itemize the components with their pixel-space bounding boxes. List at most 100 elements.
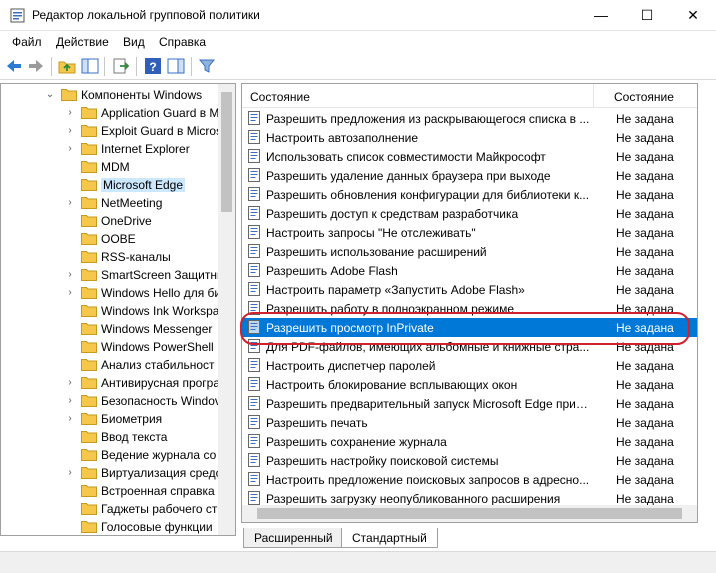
list-row[interactable]: Разрешить печать Не задана (242, 413, 697, 432)
list-row[interactable]: Для PDF-файлов, имеющих альбомные и книж… (242, 337, 697, 356)
list-row[interactable]: Разрешить настройку поисковой системы Не … (242, 451, 697, 470)
chevron-right-icon[interactable]: › (65, 413, 75, 424)
tree-item[interactable]: › Exploit Guard в Micros (1, 122, 222, 140)
setting-name: Для PDF-файлов, имеющих альбомные и книж… (266, 340, 590, 354)
tree-scroll-thumb[interactable] (221, 92, 232, 212)
tree-item[interactable]: Гаджеты рабочего ст (1, 500, 221, 518)
tree-item-label: MDM (101, 160, 130, 174)
list-row[interactable]: Настроить параметр «Запустить Adobe Flas… (242, 280, 697, 299)
tree-item[interactable]: › Безопасность Windov (1, 392, 221, 410)
tree-item[interactable]: Голосовые функции (1, 518, 221, 535)
tree-item[interactable]: › Антивирусная програ (1, 374, 221, 392)
forward-icon[interactable] (27, 57, 45, 75)
list-row[interactable]: Разрешить Adobe Flash Не задана (242, 261, 697, 280)
tree-item[interactable]: › Биометрия (1, 410, 221, 428)
tree-item[interactable]: Анализ стабильност (1, 356, 221, 374)
chevron-right-icon[interactable]: › (65, 143, 75, 154)
list-row[interactable]: Разрешить использование расширений Не зад… (242, 242, 697, 261)
tree-item[interactable]: ⌄ Компоненты Windows (1, 86, 221, 104)
list-row[interactable]: Разрешить сохранение журнала Не задана (242, 432, 697, 451)
list-row[interactable]: Разрешить обновления конфигурации для би… (242, 185, 697, 204)
menu-action[interactable]: Действие (56, 35, 109, 49)
tree-item[interactable]: › SmartScreen Защитни (1, 266, 223, 284)
tree-item[interactable]: OOBE (1, 230, 221, 248)
chevron-down-icon[interactable]: ⌄ (45, 89, 55, 100)
setting-name: Настроить параметр «Запустить Adobe Flas… (266, 283, 525, 297)
chevron-right-icon[interactable]: › (65, 125, 75, 136)
tab-standard[interactable]: Стандартный (341, 528, 438, 548)
chevron-right-icon[interactable]: › (65, 377, 75, 388)
tree-item[interactable]: › Application Guard в M (1, 104, 221, 122)
tree-item[interactable]: Windows Messenger (1, 320, 221, 338)
tree-item[interactable]: › NetMeeting (1, 194, 221, 212)
tab-extended[interactable]: Расширенный (243, 528, 344, 548)
chevron-right-icon[interactable]: › (65, 107, 75, 118)
close-button[interactable]: ✕ (670, 0, 716, 30)
list-row[interactable]: Настроить автозаполнение Не задана (242, 128, 697, 147)
tree-item[interactable]: › Internet Explorer (1, 140, 221, 158)
up-folder-icon[interactable] (58, 57, 76, 75)
policy-setting-icon (248, 472, 260, 486)
tree-item-label: Ведение журнала со (101, 448, 217, 462)
tree-item[interactable]: Ввод текста (1, 428, 221, 446)
tree-item[interactable]: OneDrive (1, 212, 221, 230)
chevron-right-icon[interactable]: › (65, 269, 75, 280)
chevron-right-icon[interactable]: › (65, 287, 75, 298)
menu-file[interactable]: Файл (12, 35, 42, 49)
setting-state: Не задана (616, 226, 674, 240)
list-row[interactable]: Разрешить удаление данных браузера при в… (242, 166, 697, 185)
list-row[interactable]: Настроить блокирование всплывающих окон Н… (242, 375, 697, 394)
settings-list[interactable]: Состояние Состояние Разрешить предложени… (241, 83, 698, 523)
list-row[interactable]: Разрешить доступ к средствам разработчик… (242, 204, 697, 223)
list-row[interactable]: Использовать список совместимости Майкро… (242, 147, 697, 166)
maximize-button[interactable]: ☐ (624, 0, 670, 30)
filter-icon[interactable] (198, 57, 216, 75)
minimize-icon: — (594, 7, 608, 23)
tree-item[interactable]: RSS-каналы (1, 248, 221, 266)
tree-item[interactable]: Встроенная справка (1, 482, 221, 500)
toolbar: ? (0, 53, 716, 80)
folder-icon (81, 341, 97, 353)
column-divider[interactable] (593, 84, 594, 108)
tree-item-label: Виртуализация средс (101, 466, 222, 480)
tree-vertical-scrollbar[interactable] (218, 84, 235, 535)
list-scroll-thumb[interactable] (257, 508, 682, 519)
tree-item[interactable]: Microsoft Edge (1, 176, 221, 194)
chevron-right-icon[interactable]: › (65, 395, 75, 406)
setting-name: Разрешить доступ к средствам разработчик… (266, 207, 519, 221)
list-row[interactable]: Настроить предложение поисковых запросов… (242, 470, 697, 489)
folder-icon (81, 431, 97, 443)
column-header-setting[interactable]: Состояние (250, 90, 310, 104)
window-title: Редактор локальной групповой политики (32, 8, 260, 22)
list-horizontal-scrollbar[interactable] (242, 505, 697, 522)
show-hide-action-pane-icon[interactable] (167, 57, 185, 75)
policy-setting-icon (248, 225, 260, 239)
list-row-selected[interactable]: Разрешить просмотр InPrivate Не задана (242, 318, 697, 337)
tree-item[interactable]: › Виртуализация средс (1, 464, 221, 482)
list-row[interactable]: Настроить диспетчер паролей Не задана (242, 356, 697, 375)
tree-item[interactable]: MDM (1, 158, 221, 176)
list-row[interactable]: Разрешить работу в полноэкранном режиме Н… (242, 299, 697, 318)
tree-item[interactable]: Windows Ink Workspa (1, 302, 221, 320)
export-list-icon[interactable] (112, 57, 130, 75)
setting-state: Не задана (616, 359, 674, 373)
menu-help[interactable]: Справка (159, 35, 206, 49)
list-row[interactable]: Разрешить предварительный запуск Microso… (242, 394, 697, 413)
tree-item[interactable]: › Windows Hello для би (1, 284, 221, 302)
menu-view[interactable]: Вид (123, 35, 145, 49)
navigation-tree[interactable]: ⌄ Компоненты Windows › Application Guard в … (0, 83, 236, 536)
chevron-right-icon[interactable]: › (65, 197, 75, 208)
chevron-right-icon[interactable]: › (65, 467, 75, 478)
show-hide-tree-icon[interactable] (81, 57, 99, 75)
column-header-state[interactable]: Состояние (614, 90, 674, 104)
back-icon[interactable] (5, 57, 23, 75)
list-row[interactable]: Разрешить предложения из раскрывающегося… (242, 109, 697, 128)
policy-setting-icon (248, 358, 260, 372)
tree-item[interactable]: Ведение журнала со (1, 446, 221, 464)
list-row[interactable]: Настроить запросы "Не отслеживать" Не зад… (242, 223, 697, 242)
tree-item[interactable]: Windows PowerShell (1, 338, 221, 356)
policy-setting-icon (248, 377, 260, 391)
help-icon[interactable]: ? (144, 57, 162, 75)
policy-setting-icon (248, 339, 260, 353)
minimize-button[interactable]: — (578, 0, 624, 30)
